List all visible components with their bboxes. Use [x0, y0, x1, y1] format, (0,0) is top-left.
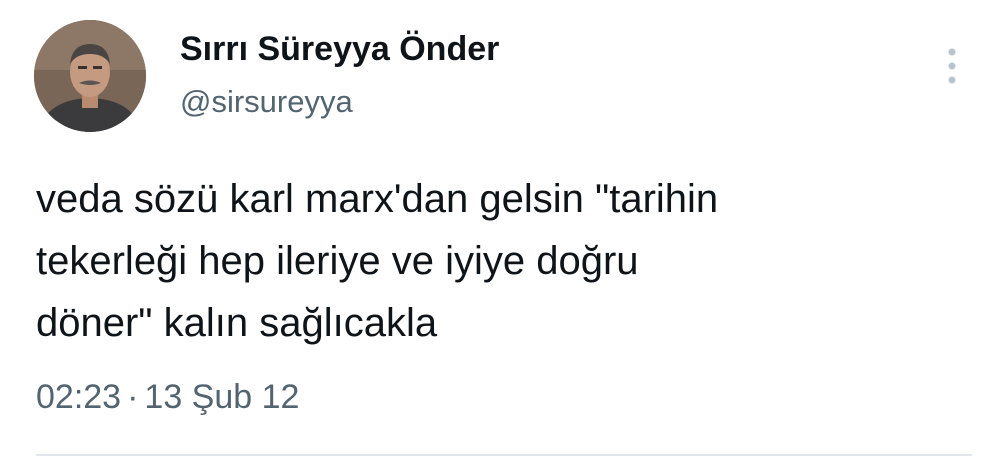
user-handle[interactable]: @sirsureyya	[180, 84, 353, 120]
tweet-date: 13 Şub 12	[144, 378, 300, 416]
display-name[interactable]: Sırrı Süreyya Önder	[180, 30, 499, 69]
tweet-time: 02:23	[36, 378, 122, 416]
profile-photo-icon	[34, 20, 146, 132]
more-vertical-icon	[948, 48, 956, 84]
tweet-text: veda sözü karl marx'dan gelsin "tarihin …	[36, 177, 719, 345]
avatar[interactable]	[34, 20, 146, 132]
tweet-timestamp[interactable]: 02:23 · 13 Şub 12	[36, 378, 299, 417]
divider	[36, 454, 972, 456]
more-options-button[interactable]	[936, 44, 968, 88]
meta-separator: ·	[127, 378, 139, 416]
